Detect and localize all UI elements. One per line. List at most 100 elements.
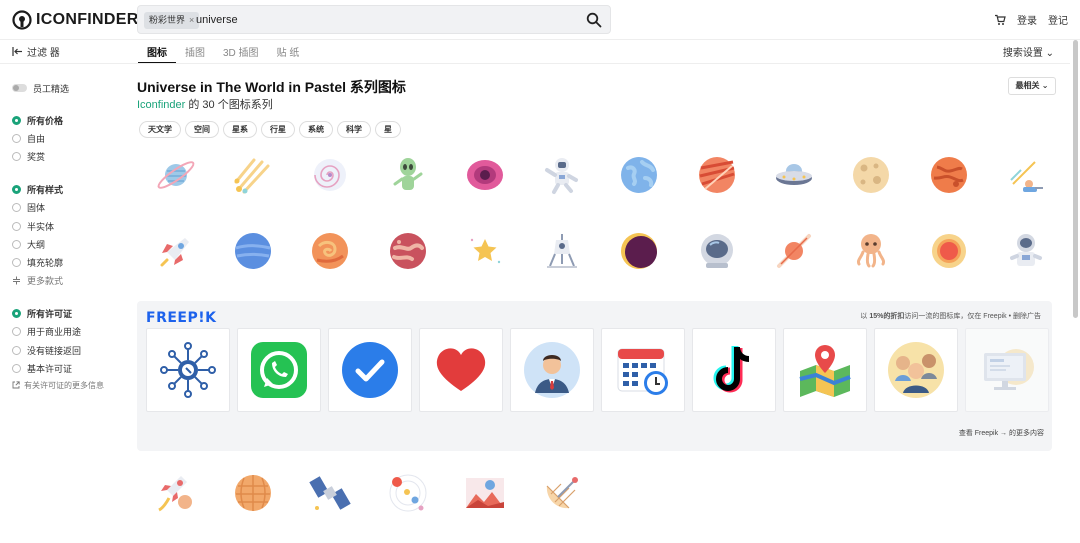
network-icon[interactable] (146, 328, 230, 412)
search-input[interactable] (196, 10, 576, 30)
star-icon[interactable] (446, 228, 523, 274)
tag-galaxy[interactable]: 星系 (223, 121, 257, 138)
tag-space[interactable]: 空间 (185, 121, 219, 138)
alien-icon[interactable] (369, 152, 446, 198)
search-settings-label: 搜索设置 (1002, 48, 1043, 59)
style-option-filled-outline[interactable]: 填充轮廓 (12, 253, 127, 271)
earth-icon[interactable] (601, 152, 678, 198)
radio[interactable] (12, 363, 21, 373)
radio-checked[interactable] (12, 309, 21, 319)
galaxy-icon[interactable] (292, 152, 369, 198)
tag-astronomy[interactable]: 天文学 (139, 121, 181, 138)
solar-system-icon[interactable] (369, 470, 446, 516)
stargazing-icon[interactable] (987, 152, 1064, 198)
iconfinder-logo[interactable]: ICONFINDER (12, 10, 139, 30)
radio[interactable] (12, 345, 21, 355)
radio[interactable] (12, 151, 21, 161)
rocket-launch-icon[interactable] (137, 470, 214, 516)
register-link[interactable]: 登记 (1048, 12, 1068, 27)
style-option-semi-solid[interactable]: 半实体 (12, 217, 127, 235)
tag-science[interactable]: 科学 (337, 121, 371, 138)
radio-checked[interactable] (12, 115, 21, 125)
search-settings-menu[interactable]: 搜索设置 ⌄ (1003, 44, 1054, 59)
radio[interactable] (12, 203, 21, 213)
page-scrollbar[interactable] (1073, 40, 1078, 318)
heart-icon[interactable] (419, 328, 503, 412)
whatsapp-icon[interactable] (237, 328, 321, 412)
sort-dropdown[interactable]: 最相关 ⌄ (1008, 77, 1056, 95)
style-filter-group: 所有样式 固体 半实体 大纲 填充轮廓 更多款式 (12, 181, 127, 290)
moon-icon[interactable] (833, 152, 910, 198)
staff-pick-toggle[interactable]: 员工精选 (12, 80, 127, 96)
price-option-free[interactable]: 自由 (12, 129, 127, 147)
ufo-icon[interactable] (755, 152, 832, 198)
checkmark-icon[interactable] (328, 328, 412, 412)
monitor-icon[interactable] (965, 328, 1049, 412)
filter-toggle[interactable]: 过滤 器 (12, 44, 60, 59)
eclipse-icon[interactable] (601, 228, 678, 274)
tag-system[interactable]: 系统 (299, 121, 333, 138)
saturn-icon[interactable] (137, 152, 214, 198)
swirl-planet-icon[interactable] (292, 228, 369, 274)
radio[interactable] (12, 133, 21, 143)
rocket-icon[interactable] (137, 228, 214, 274)
neptune-icon[interactable] (214, 228, 291, 274)
team-icon[interactable] (874, 328, 958, 412)
tag-planet[interactable]: 行星 (261, 121, 295, 138)
tab-3d-illustrations[interactable]: 3D 插图 (214, 40, 268, 64)
license-option-commercial[interactable]: 用于商业用途 (12, 323, 127, 341)
jupiter-icon[interactable] (678, 152, 755, 198)
search-icon[interactable] (586, 12, 602, 28)
expand-icon (13, 276, 20, 285)
cart-icon[interactable] (994, 14, 1006, 26)
mars-icon[interactable] (910, 152, 987, 198)
chip-close-icon[interactable]: × (189, 12, 194, 29)
space-octopus-icon[interactable] (833, 228, 910, 274)
style-option-outline[interactable]: 大纲 (12, 235, 127, 253)
radio-checked[interactable] (12, 185, 21, 195)
planet-landscape-icon[interactable] (446, 470, 523, 516)
iconfinder-link[interactable]: Iconfinder (137, 99, 185, 111)
license-option-all[interactable]: 所有许可证 (12, 305, 127, 323)
cratered-planet-icon[interactable] (214, 470, 291, 516)
black-hole-icon[interactable] (446, 152, 523, 198)
comet-planet-icon[interactable] (755, 228, 832, 274)
style-option-all[interactable]: 所有样式 (12, 181, 127, 199)
map-pin-icon[interactable] (783, 328, 867, 412)
tab-illustrations[interactable]: 插图 (176, 40, 214, 64)
radio[interactable] (12, 221, 21, 231)
satellite-dish-icon[interactable] (523, 470, 600, 516)
lunar-lander-icon[interactable] (523, 228, 600, 274)
login-link[interactable]: 登录 (1017, 12, 1037, 27)
freepik-logo[interactable]: FREEP!K (146, 310, 216, 326)
tag-star[interactable]: 星 (375, 121, 401, 138)
license-info-link[interactable]: 有关许可证的更多信息 (12, 377, 127, 393)
calendar-icon[interactable] (601, 328, 685, 412)
tab-stickers[interactable]: 贴 纸 (268, 40, 309, 64)
style-option-solid[interactable]: 固体 (12, 199, 127, 217)
license-option-no-link[interactable]: 没有链接返回 (12, 341, 127, 359)
businessman-icon[interactable] (510, 328, 594, 412)
radio[interactable] (12, 327, 21, 337)
shooting-stars-icon[interactable] (214, 152, 291, 198)
robot-astronaut-icon[interactable] (987, 228, 1064, 274)
price-option-premium[interactable]: 奖赏 (12, 147, 127, 165)
search-bar: 粉彩世界 × (137, 5, 611, 34)
sun-icon[interactable] (910, 228, 987, 274)
toggle-switch[interactable] (12, 84, 27, 92)
more-styles-link[interactable]: 更多款式 (12, 272, 127, 290)
ad-promo-text[interactable]: 以 15%的折扣访问一流的图标库，仅在 Freepik • 删除广告 (860, 311, 1041, 321)
promo-percent: 15% (869, 313, 884, 320)
freepik-more-link[interactable]: 查看 Freepik → 的更多内容 (959, 428, 1044, 438)
satellite-icon[interactable] (292, 470, 369, 516)
venus-icon[interactable] (369, 228, 446, 274)
tab-icons[interactable]: 图标 (138, 40, 176, 64)
radio[interactable] (12, 239, 21, 249)
search-filter-chip[interactable]: 粉彩世界 × (144, 12, 200, 29)
radio[interactable] (12, 257, 21, 267)
astronaut-icon[interactable] (523, 152, 600, 198)
astronaut-helmet-icon[interactable] (678, 228, 755, 274)
price-option-all[interactable]: 所有价格 (12, 111, 127, 129)
tiktok-icon[interactable] (692, 328, 776, 412)
license-option-basic[interactable]: 基本许可证 (12, 359, 127, 377)
